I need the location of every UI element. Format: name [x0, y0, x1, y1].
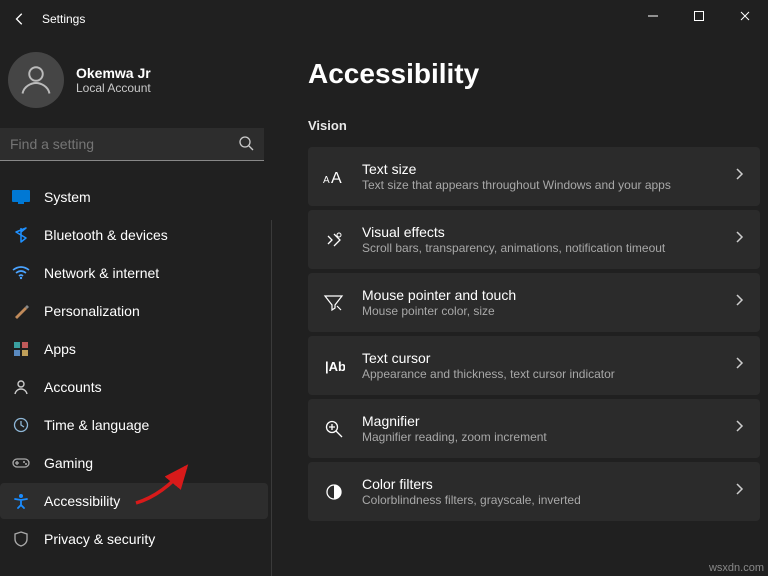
- sidebar-item-personalization[interactable]: Personalization: [0, 293, 268, 329]
- accessibility-icon: [12, 492, 30, 510]
- chevron-right-icon: [734, 419, 744, 438]
- content-pane: Accessibility Vision AA Text sizeText siz…: [272, 38, 768, 576]
- sidebar-item-accessibility[interactable]: Accessibility: [0, 483, 268, 519]
- minimize-button[interactable]: [630, 0, 676, 32]
- network-icon: [12, 264, 30, 282]
- nav-list: System Bluetooth & devices Network & inter…: [0, 179, 270, 557]
- section-header: Vision: [308, 118, 760, 133]
- sidebar-item-label: Apps: [44, 341, 76, 357]
- card-title: Visual effects: [362, 224, 718, 240]
- sidebar-item-time[interactable]: Time & language: [0, 407, 268, 443]
- sidebar-divider: [271, 220, 272, 576]
- card-title: Magnifier: [362, 413, 718, 429]
- bluetooth-icon: [12, 226, 30, 244]
- card-color-filters[interactable]: Color filtersColorblindness filters, gra…: [308, 462, 760, 521]
- sidebar-item-privacy[interactable]: Privacy & security: [0, 521, 268, 557]
- card-title: Text cursor: [362, 350, 718, 366]
- card-sub: Colorblindness filters, grayscale, inver…: [362, 493, 718, 507]
- chevron-right-icon: [734, 230, 744, 249]
- sidebar-item-bluetooth[interactable]: Bluetooth & devices: [0, 217, 268, 253]
- card-text-cursor[interactable]: |Ab Text cursorAppearance and thickness, …: [308, 336, 760, 395]
- svg-text:A: A: [323, 175, 330, 186]
- sidebar-item-apps[interactable]: Apps: [0, 331, 268, 367]
- card-magnifier[interactable]: MagnifierMagnifier reading, zoom increme…: [308, 399, 760, 458]
- card-sub: Mouse pointer color, size: [362, 304, 718, 318]
- sidebar-item-label: Network & internet: [44, 265, 159, 281]
- gaming-icon: [12, 454, 30, 472]
- personalization-icon: [12, 302, 30, 320]
- card-icon: [322, 417, 346, 441]
- card-icon: [322, 480, 346, 504]
- search-box[interactable]: [0, 128, 264, 161]
- card-icon: [322, 291, 346, 315]
- profile-sub: Local Account: [76, 81, 151, 95]
- time-icon: [12, 416, 30, 434]
- svg-text:|Ab: |Ab: [325, 359, 345, 374]
- chevron-right-icon: [734, 293, 744, 312]
- page-title: Accessibility: [308, 58, 760, 90]
- sidebar-item-label: Privacy & security: [44, 531, 155, 547]
- card-list: AA Text sizeText size that appears throug…: [308, 147, 760, 521]
- sidebar-item-label: Bluetooth & devices: [44, 227, 168, 243]
- card-title: Text size: [362, 161, 718, 177]
- search-input[interactable]: [0, 128, 264, 161]
- sidebar: Okemwa Jr Local Account System Bluetooth …: [0, 38, 272, 576]
- profile[interactable]: Okemwa Jr Local Account: [0, 38, 270, 128]
- card-sub: Magnifier reading, zoom increment: [362, 430, 718, 444]
- avatar: [8, 52, 64, 108]
- profile-name: Okemwa Jr: [76, 65, 151, 81]
- close-button[interactable]: [722, 0, 768, 32]
- card-sub: Text size that appears throughout Window…: [362, 178, 718, 192]
- system-icon: [12, 188, 30, 206]
- titlebar: Settings: [0, 0, 768, 38]
- card-mouse-pointer-and-touch[interactable]: Mouse pointer and touchMouse pointer col…: [308, 273, 760, 332]
- search-icon: [238, 135, 254, 156]
- watermark: wsxdn.com: [709, 562, 764, 574]
- sidebar-item-label: Accounts: [44, 379, 102, 395]
- sidebar-item-system[interactable]: System: [0, 179, 268, 215]
- sidebar-item-accounts[interactable]: Accounts: [0, 369, 268, 405]
- accounts-icon: [12, 378, 30, 396]
- card-title: Mouse pointer and touch: [362, 287, 718, 303]
- sidebar-item-network[interactable]: Network & internet: [0, 255, 268, 291]
- card-text-size[interactable]: AA Text sizeText size that appears throug…: [308, 147, 760, 206]
- sidebar-item-label: Personalization: [44, 303, 140, 319]
- sidebar-item-label: System: [44, 189, 91, 205]
- card-icon: AA: [322, 165, 346, 189]
- chevron-right-icon: [734, 356, 744, 375]
- sidebar-item-label: Accessibility: [44, 493, 120, 509]
- sidebar-item-label: Gaming: [44, 455, 93, 471]
- card-visual-effects[interactable]: Visual effectsScroll bars, transparency,…: [308, 210, 760, 269]
- app-title: Settings: [42, 12, 85, 26]
- chevron-right-icon: [734, 167, 744, 186]
- apps-icon: [12, 340, 30, 358]
- card-title: Color filters: [362, 476, 718, 492]
- chevron-right-icon: [734, 482, 744, 501]
- card-icon: |Ab: [322, 354, 346, 378]
- maximize-button[interactable]: [676, 0, 722, 32]
- sidebar-item-gaming[interactable]: Gaming: [0, 445, 268, 481]
- card-sub: Appearance and thickness, text cursor in…: [362, 367, 718, 381]
- privacy-icon: [12, 530, 30, 548]
- svg-text:A: A: [331, 170, 342, 186]
- card-sub: Scroll bars, transparency, animations, n…: [362, 241, 718, 255]
- card-icon: [322, 228, 346, 252]
- window-controls: [630, 0, 768, 32]
- back-icon[interactable]: [12, 11, 28, 27]
- sidebar-item-label: Time & language: [44, 417, 149, 433]
